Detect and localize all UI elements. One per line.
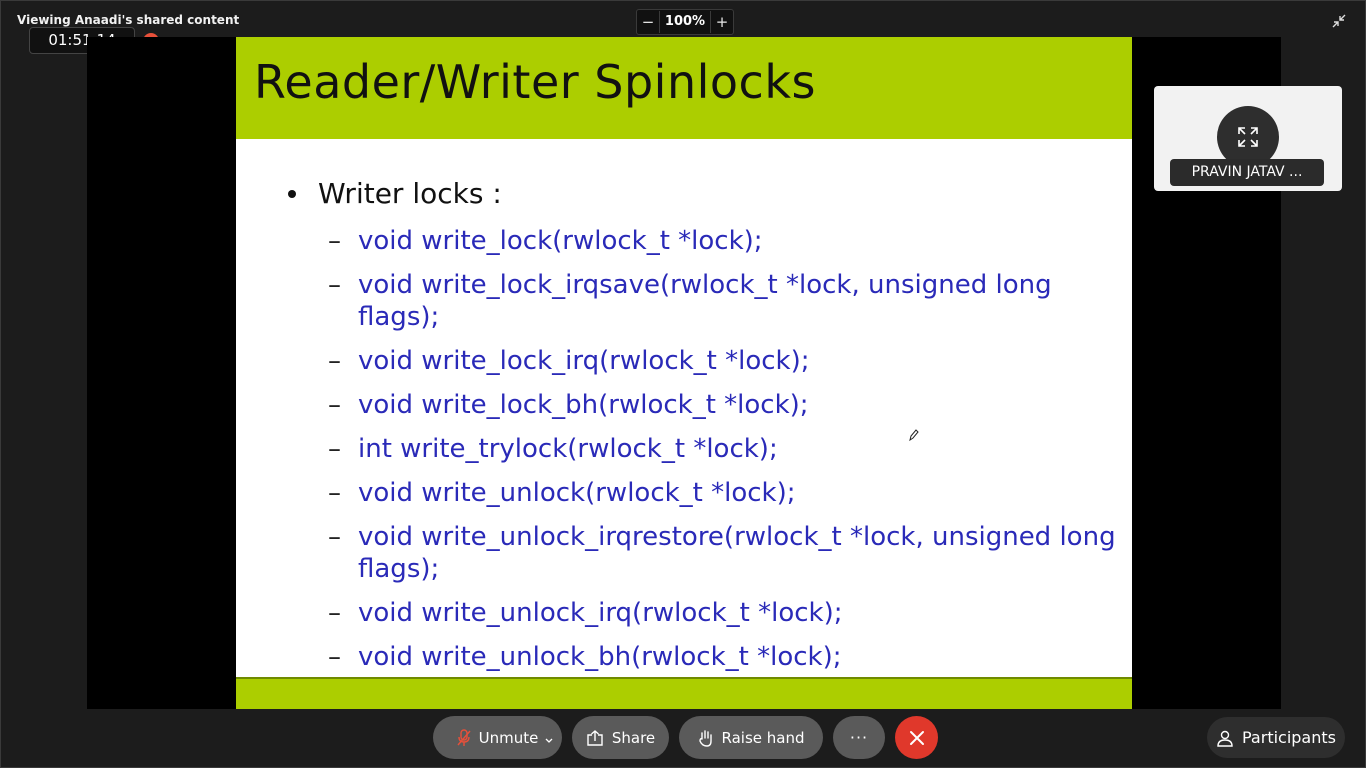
share-button[interactable]: Share: [572, 716, 669, 759]
share-title: Viewing Anaadi's shared content: [17, 13, 240, 27]
code-item: void write_lock_irq(rwlock_t *lock);: [328, 345, 1118, 377]
code-item: void write_unlock_irq(rwlock_t *lock);: [328, 597, 1118, 629]
presentation-slide: Reader/Writer Spinlocks Writer locks : v…: [236, 37, 1132, 709]
code-list: void write_lock(rwlock_t *lock); void wr…: [328, 225, 1118, 685]
code-item: void write_unlock_irqrestore(rwlock_t *l…: [328, 521, 1118, 585]
participants-label: Participants: [1242, 728, 1336, 747]
slide-title: Reader/Writer Spinlocks: [254, 55, 816, 109]
participants-icon: [1216, 729, 1234, 747]
code-item: int write_trylock(rwlock_t *lock);: [328, 433, 1118, 465]
chevron-down-icon[interactable]: [544, 731, 554, 749]
zoom-level: 100%: [659, 11, 711, 33]
bullet-dot-icon: [288, 189, 296, 198]
hand-icon: [698, 729, 714, 747]
participant-name: PRAVIN JATAV ...: [1170, 159, 1324, 186]
pen-cursor-icon: [907, 427, 919, 442]
meeting-window: Viewing Anaadi's shared content 01:51:14…: [0, 0, 1366, 768]
muted-microphone-icon: [457, 728, 471, 747]
minimize-view-icon[interactable]: [1331, 13, 1347, 29]
more-options-button[interactable]: ···: [833, 716, 885, 759]
code-item: void write_unlock(rwlock_t *lock);: [328, 477, 1118, 509]
slide-bullet: Writer locks :: [288, 177, 502, 210]
share-label: Share: [611, 728, 656, 747]
share-icon: [586, 729, 604, 746]
code-item: void write_lock(rwlock_t *lock);: [328, 225, 1118, 257]
code-item: void write_lock_bh(rwlock_t *lock);: [328, 389, 1118, 421]
participants-button[interactable]: Participants: [1207, 717, 1345, 758]
participant-tile[interactable]: PRAVIN JATAV ...: [1154, 86, 1342, 191]
zoom-in-button[interactable]: +: [711, 11, 733, 33]
leave-meeting-button[interactable]: [895, 716, 938, 759]
shared-screen: Reader/Writer Spinlocks Writer locks : v…: [87, 37, 1281, 709]
close-icon: [909, 730, 924, 745]
slide-header-bar: Reader/Writer Spinlocks: [236, 37, 1132, 139]
expand-icon: [1238, 127, 1258, 147]
zoom-control: − 100% +: [636, 9, 734, 35]
meeting-controls: Unmute Share Raise hand ···: [433, 716, 938, 759]
unmute-label: Unmute: [478, 728, 539, 747]
zoom-out-button[interactable]: −: [637, 11, 659, 33]
unmute-button[interactable]: Unmute: [433, 716, 562, 759]
slide-footer-bar: [236, 677, 1132, 709]
code-item: void write_lock_irqsave(rwlock_t *lock, …: [328, 269, 1118, 333]
code-item: void write_unlock_bh(rwlock_t *lock);: [328, 641, 1118, 673]
raise-hand-label: Raise hand: [721, 728, 805, 747]
slide-bullet-text: Writer locks :: [318, 177, 502, 210]
raise-hand-button[interactable]: Raise hand: [679, 716, 823, 759]
